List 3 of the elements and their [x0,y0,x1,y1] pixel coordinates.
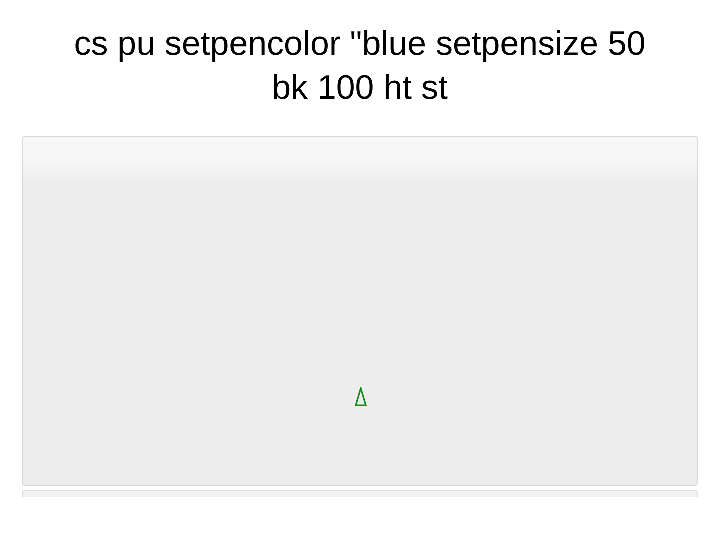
turtle-icon [354,387,368,407]
slide-title: cs pu setpencolor "blue setpensize 50 bk 100 ht st [73,24,647,109]
scroll-bar[interactable] [22,490,698,497]
